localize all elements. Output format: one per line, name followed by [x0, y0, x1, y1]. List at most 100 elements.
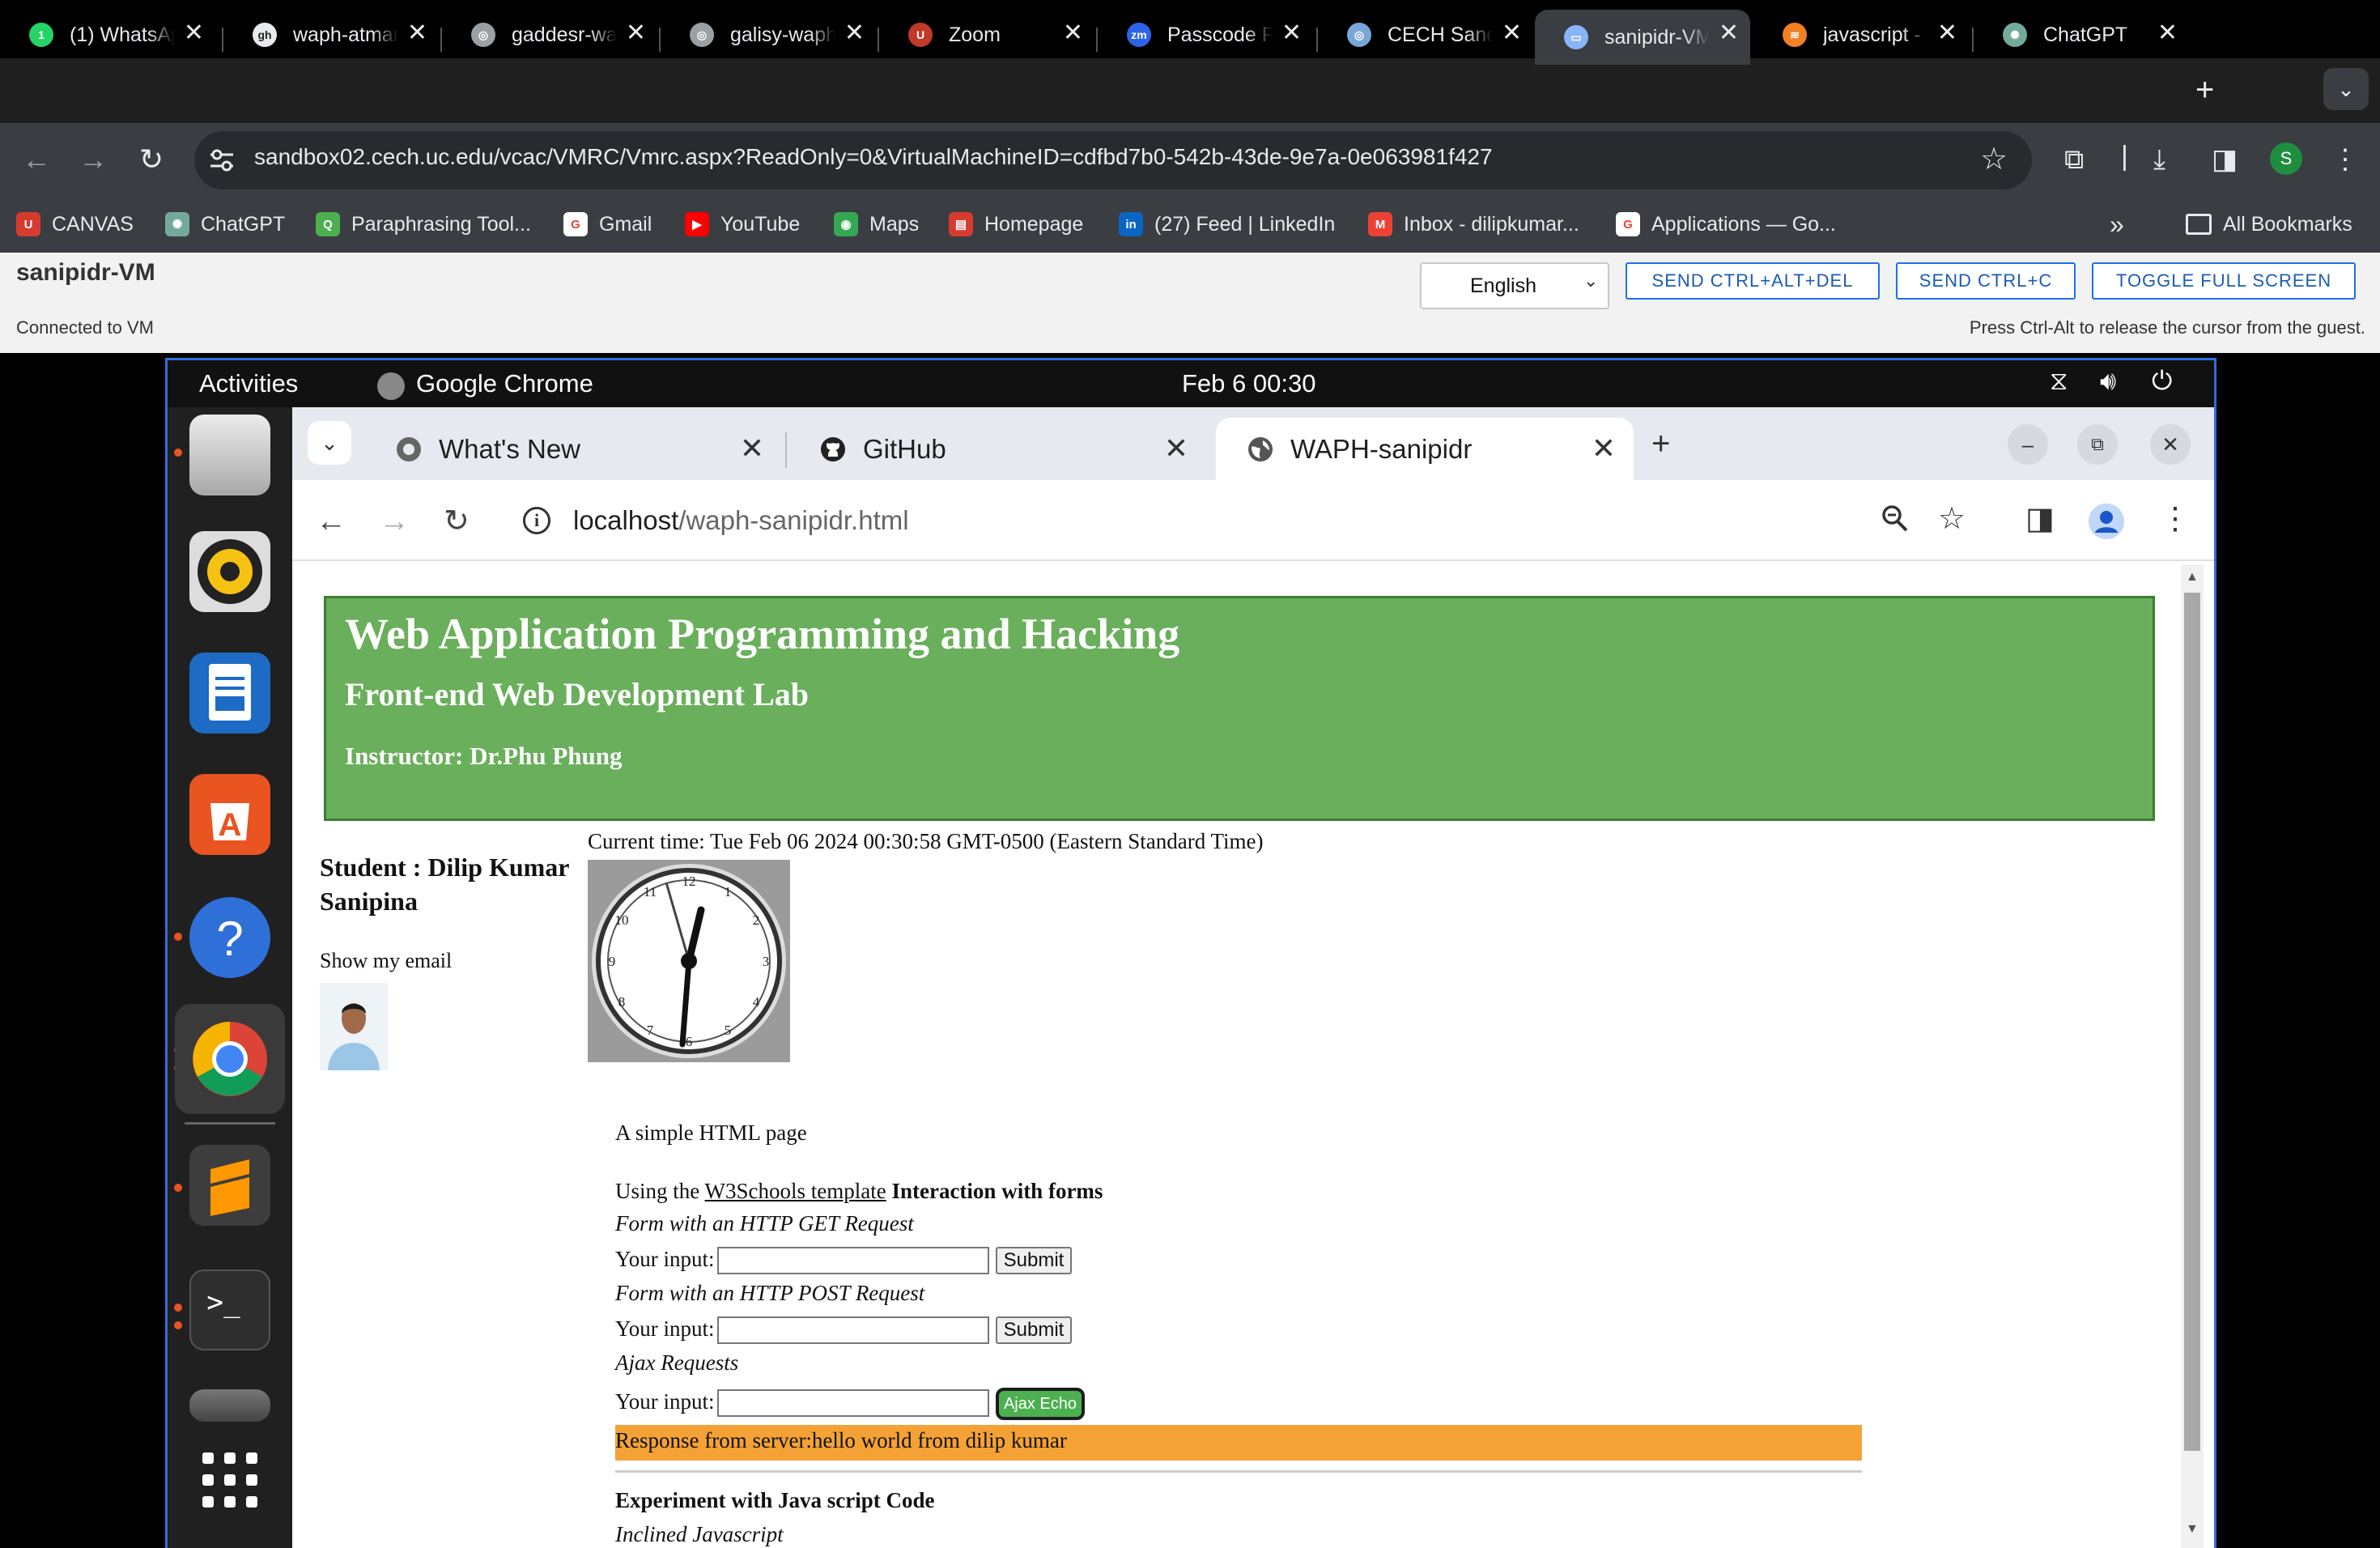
send-ctrl-alt-del-button[interactable]: SEND CTRL+ALT+DEL: [1626, 262, 1880, 300]
all-bookmarks-button[interactable]: All Bookmarks: [2186, 209, 2352, 240]
inner-forward-button[interactable]: →: [379, 502, 410, 541]
inner-new-tab-button[interactable]: +: [1651, 426, 1670, 462]
chrome-dock-icon[interactable]: [189, 1019, 270, 1099]
tab-favicon-icon: ✺: [2003, 23, 2027, 47]
scrollbar-thumb[interactable]: [2184, 593, 2200, 1451]
close-icon[interactable]: ✕: [2157, 21, 2178, 45]
site-settings-icon[interactable]: [207, 146, 236, 175]
bookmark-paraphrasing-tool[interactable]: Q Paraphrasing Tool...: [316, 209, 531, 240]
close-icon[interactable]: ✕: [1281, 21, 1302, 45]
network-icon[interactable]: ⧖: [2050, 366, 2068, 397]
bookmark-chatgpt[interactable]: ✺ ChatGPT: [165, 209, 285, 240]
close-icon[interactable]: ✕: [407, 21, 427, 45]
bookmark-star-icon[interactable]: ☆: [1980, 141, 2008, 177]
minimize-icon[interactable]: –: [2008, 424, 2048, 465]
close-icon[interactable]: ✕: [1937, 21, 1957, 45]
extensions-icon[interactable]: ⧉: [2064, 139, 2084, 180]
software-center-icon[interactable]: A: [189, 774, 270, 855]
language-select[interactable]: English: [1420, 262, 1609, 309]
sublime-text-icon[interactable]: [189, 1145, 270, 1226]
inner-reload-button[interactable]: ↻: [444, 502, 470, 541]
zoom-icon[interactable]: [1880, 500, 1910, 544]
bookmark-canvas[interactable]: U CANVAS: [16, 209, 134, 240]
inner-back-button[interactable]: ←: [316, 502, 346, 541]
app-menu-label[interactable]: Google Chrome: [416, 369, 593, 398]
outer-tab-search-button[interactable]: ⌄: [2323, 68, 2369, 110]
gnome-clock[interactable]: Feb 6 00:30: [1182, 369, 1315, 398]
close-icon[interactable]: ✕: [1592, 432, 1616, 465]
profile-avatar[interactable]: S: [2270, 142, 2302, 175]
close-window-icon[interactable]: ✕: [2150, 424, 2191, 465]
inner-menu-icon[interactable]: ⋮: [2160, 500, 2191, 537]
outer-tab-passcode-re[interactable]: zm Passcode Re ✕: [1098, 10, 1313, 60]
writer-icon[interactable]: [189, 653, 270, 734]
close-icon[interactable]: ✕: [1063, 21, 1083, 45]
show-apps-icon[interactable]: [189, 1441, 270, 1522]
outer-tab-galisy-waph[interactable]: ◎ galisy-waph ✕: [661, 10, 876, 60]
outer-tab-sanipidr-vm[interactable]: ▭ sanipidr-VM ✕: [1535, 10, 1750, 65]
scroll-down-arrow[interactable]: ▼: [2186, 1522, 2199, 1537]
help-icon[interactable]: ?: [189, 897, 270, 978]
bookmark-youtube[interactable]: ▶ YouTube: [685, 209, 800, 240]
outer-tab-chatgpt[interactable]: ✺ ChatGPT ✕: [1974, 10, 2189, 60]
terminal-icon[interactable]: >_: [189, 1269, 270, 1350]
bookmark-favicon-icon: G: [563, 212, 588, 236]
bookmark-27-feed-linkedin[interactable]: in (27) Feed | LinkedIn: [1119, 209, 1335, 240]
close-icon[interactable]: ✕: [740, 432, 764, 465]
inner-tab-waph-sanipidr[interactable]: WAPH-sanipidr ✕: [1216, 418, 1634, 480]
restore-icon[interactable]: ⧉: [2077, 424, 2118, 465]
post-input-field[interactable]: [717, 1316, 989, 1344]
rhythmbox-icon[interactable]: [189, 531, 270, 612]
close-icon[interactable]: ✕: [1164, 432, 1188, 465]
toggle-full-screen-button[interactable]: TOGGLE FULL SCREEN: [2092, 262, 2356, 300]
show-email-toggle[interactable]: Show my email: [320, 949, 452, 973]
activities-button[interactable]: Activities: [199, 369, 298, 398]
outer-tab-cech-sandbox[interactable]: ◎ CECH Sandbox ✕: [1318, 10, 1533, 60]
outer-tab-zoom[interactable]: U Zoom ✕: [879, 10, 1094, 60]
get-submit-button[interactable]: Submit: [996, 1247, 1072, 1274]
downloads-icon[interactable]: ⤓: [2153, 139, 2165, 180]
avatar[interactable]: [2089, 504, 2124, 539]
close-icon[interactable]: ✕: [184, 21, 204, 45]
bookmark-homepage[interactable]: ▤ Homepage: [949, 209, 1083, 240]
outer-tab-gaddesr-waph[interactable]: ◎ gaddesr-waph ✕: [442, 10, 657, 60]
drive-icon[interactable]: [189, 1389, 270, 1422]
ajax-input-field[interactable]: [717, 1389, 989, 1417]
inner-tab-github[interactable]: GitHub ✕: [788, 418, 1206, 480]
outer-url-text[interactable]: sandbox02.cech.uc.edu/vcac/VMRC/Vmrc.asp…: [254, 144, 1493, 170]
scroll-up-arrow[interactable]: ▲: [2186, 570, 2199, 585]
info-icon[interactable]: i: [523, 507, 550, 534]
outer-tab-waph-atmaram[interactable]: gh waph-atmaram ✕: [223, 10, 439, 60]
outer-tab-1-whatsapp[interactable]: 1 (1) WhatsApp ✕: [0, 10, 215, 60]
close-icon[interactable]: ✕: [1719, 21, 1739, 45]
send-ctrl-c-button[interactable]: SEND CTRL+C: [1896, 262, 2076, 300]
close-icon[interactable]: ✕: [1502, 21, 1522, 45]
inner-url-text[interactable]: localhost/waph-sanipidr.html: [573, 505, 909, 536]
post-submit-button[interactable]: Submit: [996, 1316, 1072, 1344]
close-icon[interactable]: ✕: [844, 21, 865, 45]
outer-back-button[interactable]: ←: [16, 139, 57, 180]
bookmark-gmail[interactable]: G Gmail: [563, 209, 652, 240]
power-icon[interactable]: ⏻: [2152, 366, 2172, 397]
side-panel-icon[interactable]: ◨: [2025, 500, 2055, 537]
outer-tab-javascript-c[interactable]: ≋ javascript - c ✕: [1753, 10, 1969, 60]
inner-tab-whats-new[interactable]: What's New ✕: [364, 418, 782, 480]
get-input-field[interactable]: [717, 1247, 989, 1274]
close-icon[interactable]: ✕: [626, 21, 646, 45]
volume-icon[interactable]: 🔊︎: [2100, 366, 2116, 397]
bookmark-applications-go[interactable]: G Applications — Go...: [1616, 209, 1836, 240]
all-bookmarks-label: All Bookmarks: [2223, 212, 2352, 236]
bookmark-star-icon[interactable]: ☆: [1938, 500, 1966, 537]
outer-reload-button[interactable]: ↻: [131, 139, 172, 180]
inner-tab-search-button[interactable]: ⌄: [308, 421, 351, 465]
bookmark-inbox-dilipkumar[interactable]: M Inbox - dilipkumar...: [1368, 209, 1579, 240]
outer-menu-icon[interactable]: ⋮: [2331, 139, 2359, 180]
ajax-echo-button[interactable]: Ajax Echo: [996, 1388, 1085, 1420]
bookmarks-overflow-button[interactable]: »: [2110, 209, 2124, 240]
side-panel-icon[interactable]: ◨: [2212, 139, 2238, 180]
outer-forward-button[interactable]: →: [73, 139, 113, 180]
files-drive-icon[interactable]: [189, 415, 270, 495]
bookmark-maps[interactable]: ◉ Maps: [834, 209, 919, 240]
w3schools-link[interactable]: W3Schools template: [705, 1179, 886, 1203]
outer-new-tab-button[interactable]: +: [2195, 71, 2214, 108]
